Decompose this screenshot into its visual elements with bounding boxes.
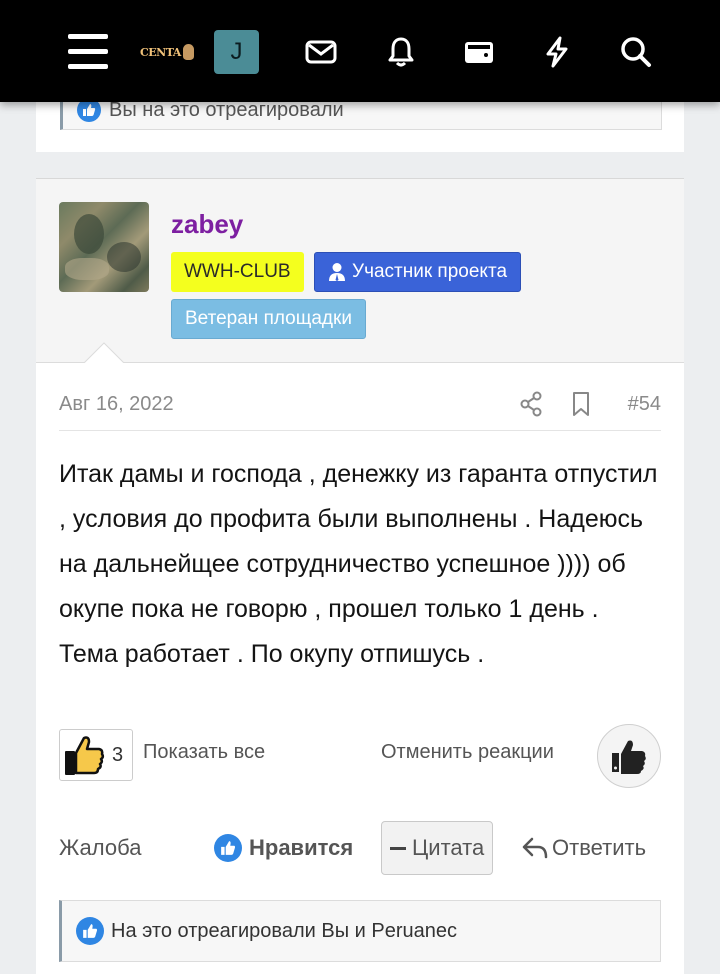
wallet-icon[interactable] <box>458 30 500 74</box>
post-actions: Жалоба Нравится Цитата Ответить <box>59 821 661 875</box>
reply-arrow-icon <box>522 837 548 859</box>
reaction-summary[interactable]: 3 <box>59 729 133 781</box>
reply-button[interactable]: Ответить <box>522 821 646 875</box>
mail-icon[interactable] <box>300 30 342 74</box>
like-icon <box>76 917 104 945</box>
badge-project-member-label: Участник проекта <box>352 261 508 282</box>
logo-mascot-icon <box>182 44 194 60</box>
show-all-reactions-link[interactable]: Показать все <box>143 741 265 764</box>
badge-veteran: Ветеран площадки <box>171 299 366 339</box>
forum-post: zabey WWH-CLUB Участник проекта Ветеран … <box>36 178 684 974</box>
author-block: zabey WWH-CLUB Участник проекта Ветеран … <box>36 179 684 363</box>
report-button[interactable]: Жалоба <box>59 821 141 875</box>
reply-label: Ответить <box>552 835 647 860</box>
post-number[interactable]: #54 <box>628 393 661 416</box>
quote-label: Цитата <box>412 835 485 860</box>
search-icon[interactable] <box>615 30 657 74</box>
minus-icon <box>390 846 406 850</box>
cancel-reactions-link[interactable]: Отменить реакции <box>381 741 554 764</box>
hamburger-menu-icon[interactable] <box>64 30 110 74</box>
reacted-users-bar[interactable]: На это отреагировали Вы и Peruanec <box>59 900 661 962</box>
account-avatar[interactable]: J <box>214 30 259 74</box>
avatar-letter: J <box>230 38 243 65</box>
badge-project-member: Участник проекта <box>314 252 522 292</box>
react-button[interactable] <box>597 724 661 788</box>
bookmark-icon[interactable] <box>569 391 593 417</box>
lightning-icon[interactable] <box>536 30 578 74</box>
reactions-row: 3 Показать все Отменить реакции <box>59 724 661 792</box>
author-username[interactable]: zabey <box>171 209 243 240</box>
logo-text: CENTA <box>140 45 181 59</box>
post-body: Итак дамы и господа , денежку из гаранта… <box>59 460 658 668</box>
like-icon <box>214 834 242 862</box>
top-navigation-bar: CENTA J <box>0 0 720 102</box>
reacted-users-text: На это отреагировали Вы и Peruanec <box>111 919 457 942</box>
author-avatar[interactable] <box>59 202 149 292</box>
user-icon <box>328 262 346 282</box>
like-button[interactable]: Нравится <box>214 821 353 875</box>
badge-wwh-club: WWH-CLUB <box>171 252 304 292</box>
post-date[interactable]: Авг 16, 2022 <box>59 393 174 416</box>
like-label: Нравится <box>249 835 354 860</box>
reaction-count: 3 <box>112 744 124 766</box>
author-pointer-arrow <box>84 342 124 363</box>
thumbs-up-icon <box>612 740 646 774</box>
quote-button[interactable]: Цитата <box>381 821 494 875</box>
share-icon[interactable] <box>519 391 543 417</box>
site-logo[interactable]: CENTA <box>140 30 194 74</box>
post-meta: Авг 16, 2022 #54 <box>59 379 661 431</box>
thumbs-up-icon <box>65 736 105 775</box>
bell-icon[interactable] <box>380 30 422 74</box>
